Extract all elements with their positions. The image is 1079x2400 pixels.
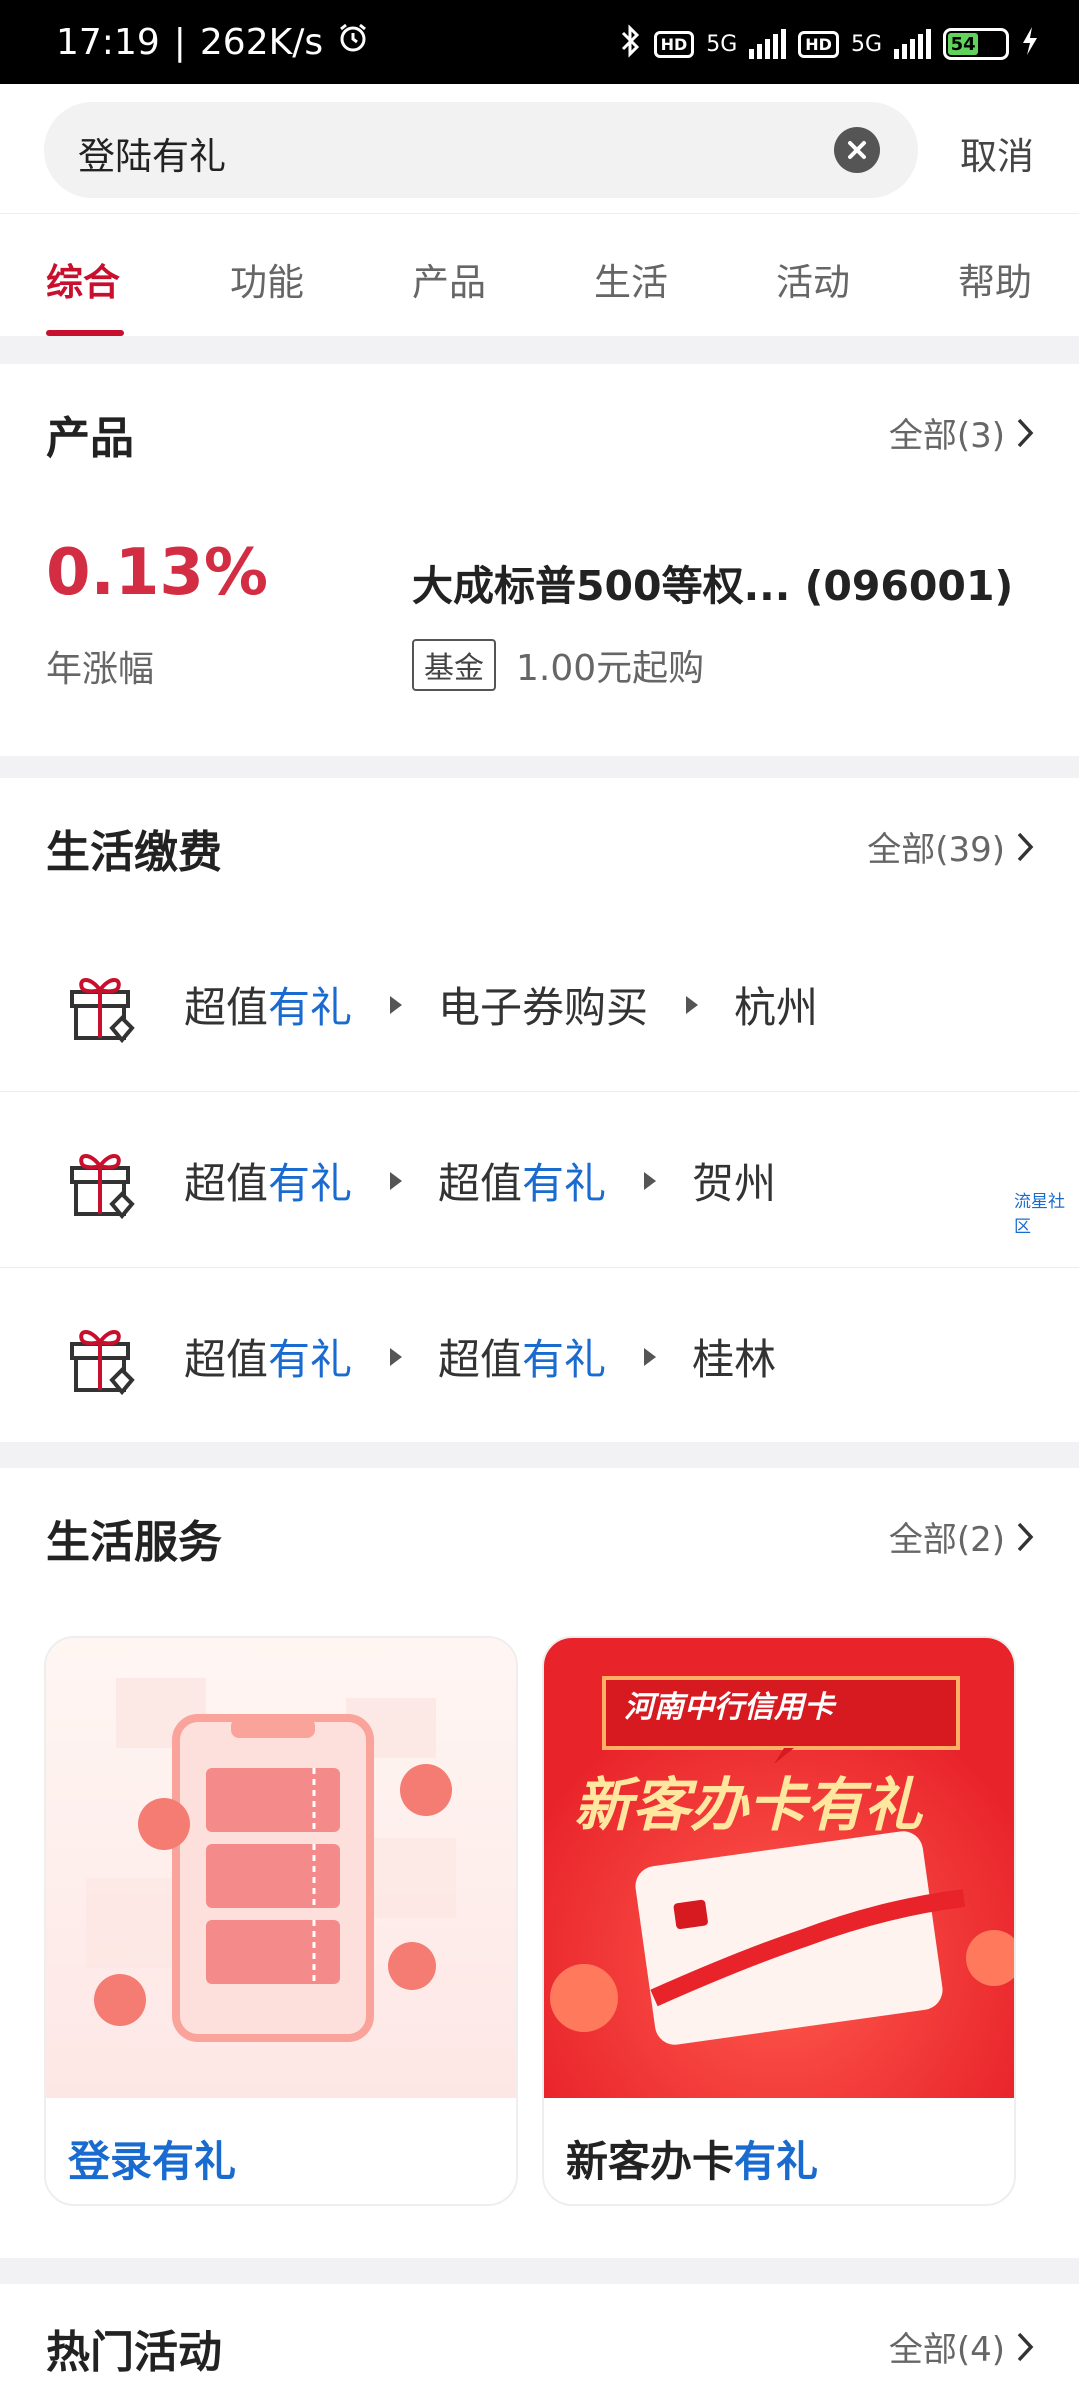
life-service-section: 生活服务 全部(2) 登录有礼 河南中行信用卡 新客办卡有礼 新客办卡有礼	[0, 1468, 1079, 2258]
network-5g-2: 5G	[850, 31, 882, 57]
product-rate: 0.13%	[46, 536, 269, 610]
payment-path: 超值 有礼 电子券购买 杭州	[184, 983, 819, 1032]
alarm-icon	[337, 22, 369, 63]
charging-icon	[1021, 26, 1039, 62]
product-tag: 基金	[412, 639, 496, 691]
life-payment-section: 生活缴费 全部(39) 超值 有礼 电子券购买 杭州 超值 有礼 超值 有礼 贺州	[0, 778, 1079, 1442]
status-right: HD 5G HD 5G 54	[620, 24, 1039, 64]
status-left: 17:19 | 262K/s	[56, 22, 369, 63]
hot-activities-all-link[interactable]: 全部(4)	[889, 2322, 1035, 2371]
life-service-all-link[interactable]: 全部(2)	[889, 1512, 1035, 1561]
search-query[interactable]: 登陆有礼	[78, 126, 226, 180]
login-gift-label: 登录有礼	[68, 2137, 237, 2186]
tab-products[interactable]: 产品	[412, 252, 486, 306]
life-payment-all-link[interactable]: 全部(39)	[867, 822, 1035, 871]
tab-comprehensive[interactable]: 综合	[46, 252, 120, 306]
payment-path: 超值 有礼 超值 有礼 贺州	[184, 1159, 777, 1208]
status-bar: 17:19 | 262K/s HD 5G HD 5G 54	[0, 0, 1079, 84]
payment-row[interactable]: 超值 有礼 超值 有礼 贺州	[0, 1092, 1079, 1268]
clear-icon[interactable]	[834, 127, 880, 173]
tab-bar: 综合 功能 产品 生活 活动 帮助	[0, 214, 1079, 336]
watermark: 流星社区	[1014, 1192, 1065, 1237]
tab-indicator	[46, 330, 124, 336]
caret-right-icon	[390, 1171, 403, 1190]
hot-activities-title: 热门活动	[46, 2327, 222, 2378]
credit-card-banner: 河南中行信用卡 新客办卡有礼	[544, 1638, 1014, 2098]
payment-row[interactable]: 超值 有礼 超值 有礼 桂林	[0, 1268, 1079, 1444]
banner-headline: 新客办卡有礼	[574, 1771, 923, 1839]
products-section: 产品 全部(3) 0.13% 年涨幅 大成标普500等权... (096001)…	[0, 364, 1079, 756]
hd-icon-2: HD	[798, 30, 839, 58]
products-all-link[interactable]: 全部(3)	[889, 408, 1035, 457]
signal-icon-2	[894, 29, 931, 59]
payment-path: 超值 有礼 超值 有礼 桂林	[184, 1335, 777, 1384]
network-5g-1: 5G	[706, 31, 738, 57]
life-service-title: 生活服务	[46, 1517, 222, 1568]
search-input[interactable]: 登陆有礼	[44, 102, 918, 198]
gift-icon	[64, 1144, 140, 1224]
hot-activities-section: 热门活动 全部(4)	[0, 2284, 1079, 2400]
chevron-right-icon	[1017, 2332, 1034, 2361]
service-card-credit-card-gift[interactable]: 河南中行信用卡 新客办卡有礼 新客办卡有礼	[542, 1636, 1016, 2206]
caret-right-icon	[644, 1347, 657, 1366]
life-payment-title: 生活缴费	[46, 827, 222, 878]
credit-card-gift-label: 新客办卡有礼	[566, 2137, 819, 2186]
payment-row[interactable]: 超值 有礼 电子券购买 杭州	[0, 916, 1079, 1092]
bluetooth-icon	[620, 24, 642, 64]
tab-functions[interactable]: 功能	[230, 252, 304, 306]
login-gift-illustration	[46, 1638, 516, 2098]
tab-help[interactable]: 帮助	[958, 252, 1032, 306]
network-speed: 262K/s	[199, 22, 324, 63]
caret-right-icon	[390, 1347, 403, 1366]
tab-life[interactable]: 生活	[594, 252, 668, 306]
status-time: 17:19	[56, 22, 160, 63]
search-header: 登陆有礼 取消	[0, 84, 1079, 214]
banner-bank-name: 河南中行信用卡	[624, 1690, 834, 1725]
gift-icon	[64, 1320, 140, 1400]
chevron-right-icon	[1017, 418, 1034, 447]
products-title: 产品	[46, 413, 134, 464]
hd-icon: HD	[653, 30, 695, 58]
chevron-right-icon	[1017, 832, 1034, 861]
caret-right-icon	[390, 995, 403, 1014]
tab-activities[interactable]: 活动	[776, 252, 850, 306]
gift-icon	[64, 968, 140, 1048]
chevron-right-icon	[1017, 1522, 1034, 1551]
product-name: 大成标普500等权... (096001)	[412, 562, 1014, 610]
service-card-login-gift[interactable]: 登录有礼	[44, 1636, 518, 2206]
battery-icon: 54	[943, 28, 1009, 60]
cancel-button[interactable]: 取消	[960, 126, 1034, 180]
signal-icon	[749, 29, 787, 59]
product-rate-label: 年涨幅	[46, 649, 155, 690]
caret-right-icon	[686, 995, 699, 1014]
product-min-purchase: 1.00元起购	[516, 648, 705, 689]
caret-right-icon	[644, 1171, 657, 1190]
